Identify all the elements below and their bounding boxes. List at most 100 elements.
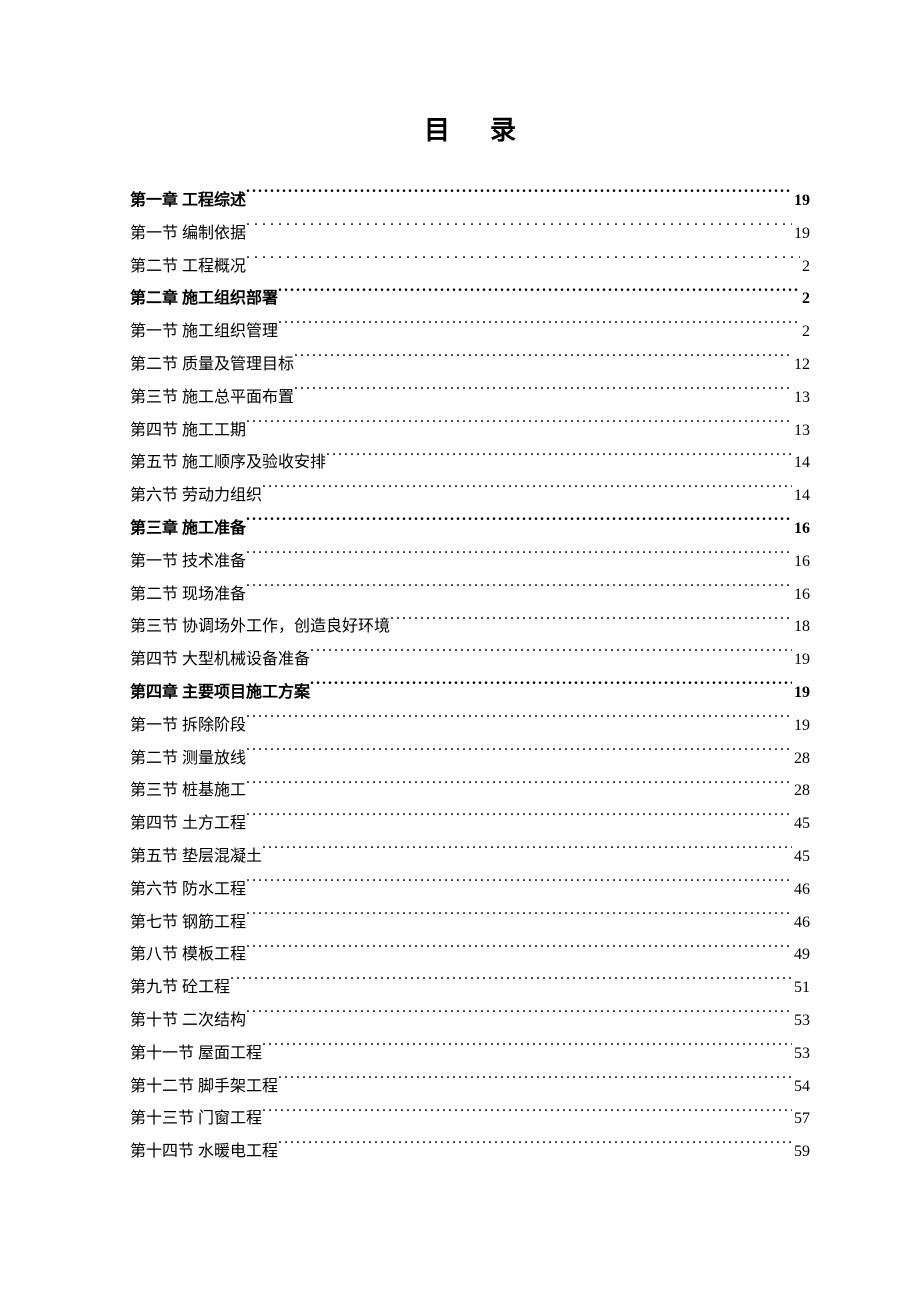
toc-leader — [294, 353, 792, 369]
toc-entry-page: 45 — [792, 841, 810, 874]
toc-entry-page: 19 — [792, 710, 810, 743]
toc-leader — [246, 255, 800, 271]
toc-entry: 第一节 施工组织管理 2 — [130, 316, 810, 349]
toc-entry: 第一节 拆除阶段 19 — [130, 710, 810, 743]
toc-entry-label: 第七节 钢筋工程 — [130, 907, 246, 940]
toc-entry-page: 2 — [800, 283, 810, 316]
toc-entry: 第四节 施工工期 13 — [130, 415, 810, 448]
toc-entry: 第四节 大型机械设备准备19 — [130, 644, 810, 677]
toc-leader — [278, 320, 800, 336]
toc-leader — [278, 287, 800, 303]
toc-entry-page: 45 — [792, 808, 810, 841]
toc-leader — [246, 747, 792, 763]
toc-entry-label: 第四节 土方工程 — [130, 808, 246, 841]
toc-entry: 第十二节 脚手架工程54 — [130, 1071, 810, 1104]
toc-entry: 第六节 防水工程46 — [130, 874, 810, 907]
toc-entry: 第八节 模板工程49 — [130, 939, 810, 972]
toc-leader — [310, 681, 792, 697]
toc-entry-label: 第四节 大型机械设备准备 — [130, 644, 310, 677]
toc-entry-page: 16 — [792, 513, 810, 546]
toc-leader — [246, 812, 792, 828]
toc-entry: 第三章 施工准备 16 — [130, 513, 810, 546]
toc-entry-label: 第六节 劳动力组织 — [130, 480, 262, 513]
toc-entry: 第十一节 屋面工程 53 — [130, 1038, 810, 1071]
toc-entry: 第三节 协调场外工作，创造良好环境18 — [130, 611, 810, 644]
toc-entry-label: 第六节 防水工程 — [130, 874, 246, 907]
toc-entry-label: 第一章 工程综述 — [130, 185, 246, 218]
toc-entry-label: 第三节 施工总平面布置 — [130, 382, 294, 415]
toc-entry-label: 第三节 桩基施工 — [130, 775, 246, 808]
toc-entry-page: 2 — [800, 251, 810, 284]
toc-entry-label: 第二节 工程概况 — [130, 251, 246, 284]
toc-entry: 第一节 技术准备16 — [130, 546, 810, 579]
toc-entry: 第十节 二次结构53 — [130, 1005, 810, 1038]
toc-leader — [310, 648, 792, 664]
toc-entry: 第六节 劳动力组织 14 — [130, 480, 810, 513]
toc-entry: 第一章 工程综述 19 — [130, 185, 810, 218]
toc-entry-page: 57 — [792, 1103, 810, 1136]
toc-entry-label: 第十节 二次结构 — [130, 1005, 246, 1038]
toc-entry: 第二章 施工组织部署 2 — [130, 283, 810, 316]
toc-leader — [326, 451, 792, 467]
toc-entry: 第四节 土方工程 45 — [130, 808, 810, 841]
toc-entry-label: 第十二节 脚手架工程 — [130, 1071, 278, 1104]
toc-entry-label: 第九节 砼工程 — [130, 972, 230, 1005]
toc-entry-page: 59 — [792, 1136, 810, 1169]
toc-leader — [246, 779, 792, 795]
toc-entry-label: 第一节 拆除阶段 — [130, 710, 246, 743]
toc-entry-page: 16 — [792, 546, 810, 579]
toc-entry-label: 第二节 现场准备 — [130, 579, 246, 612]
toc-leader — [262, 845, 792, 861]
toc-leader — [294, 386, 792, 402]
toc-entry-label: 第五节 垫层混凝土 — [130, 841, 262, 874]
toc-entry-page: 19 — [792, 218, 810, 251]
toc-entry-label: 第十三节 门窗工程 — [130, 1103, 262, 1136]
toc-entry-page: 51 — [792, 972, 810, 1005]
toc-leader — [262, 484, 792, 500]
toc-leader — [262, 1107, 792, 1123]
toc-entry: 第五节 施工顺序及验收安排14 — [130, 447, 810, 480]
toc-entry-page: 13 — [792, 415, 810, 448]
toc-leader — [246, 714, 792, 730]
toc-entry-page: 12 — [792, 349, 810, 382]
toc-entry: 第一节 编制依据 19 — [130, 218, 810, 251]
toc-entry-page: 46 — [792, 907, 810, 940]
toc-leader — [246, 1009, 792, 1025]
toc-entry-page: 19 — [792, 185, 810, 218]
toc-entry-label: 第十四节 水暖电工程 — [130, 1136, 278, 1169]
toc-leader — [246, 189, 792, 205]
toc-leader — [246, 583, 792, 599]
toc-entry: 第五节 垫层混凝土 45 — [130, 841, 810, 874]
toc-entry: 第二节 质量及管理目标 12 — [130, 349, 810, 382]
toc-leader — [230, 976, 792, 992]
toc-entry-label: 第十一节 屋面工程 — [130, 1038, 262, 1071]
toc-entry-label: 第四节 施工工期 — [130, 415, 246, 448]
toc-entry-page: 14 — [792, 480, 810, 513]
toc-entry-label: 第三章 施工准备 — [130, 513, 246, 546]
toc-entry: 第二节 工程概况 2 — [130, 251, 810, 284]
toc-leader — [246, 550, 792, 566]
toc-entry: 第十三节 门窗工程 57 — [130, 1103, 810, 1136]
toc-entry-page: 16 — [792, 579, 810, 612]
toc-leader — [246, 943, 792, 959]
toc-leader — [278, 1075, 792, 1091]
toc-entry-page: 2 — [800, 316, 810, 349]
toc-entry-page: 13 — [792, 382, 810, 415]
toc-entry: 第十四节 水暖电工程 59 — [130, 1136, 810, 1169]
toc-entry-label: 第一节 编制依据 — [130, 218, 246, 251]
toc-leader — [390, 615, 792, 631]
toc-entry-page: 28 — [792, 743, 810, 776]
toc-leader — [246, 517, 792, 533]
toc-leader — [246, 878, 792, 894]
toc-leader — [246, 911, 792, 927]
toc-entry-label: 第二节 质量及管理目标 — [130, 349, 294, 382]
toc-entry-label: 第四章 主要项目施工方案 — [130, 677, 310, 710]
toc-entry: 第四章 主要项目施工方案 19 — [130, 677, 810, 710]
toc-entry-label: 第八节 模板工程 — [130, 939, 246, 972]
toc-entry-label: 第二章 施工组织部署 — [130, 283, 278, 316]
toc-leader — [262, 1042, 792, 1058]
toc-entry-label: 第一节 施工组织管理 — [130, 316, 278, 349]
toc-entry: 第二节 测量放线28 — [130, 743, 810, 776]
toc-entry-page: 53 — [792, 1038, 810, 1071]
toc-entry-page: 19 — [792, 677, 810, 710]
